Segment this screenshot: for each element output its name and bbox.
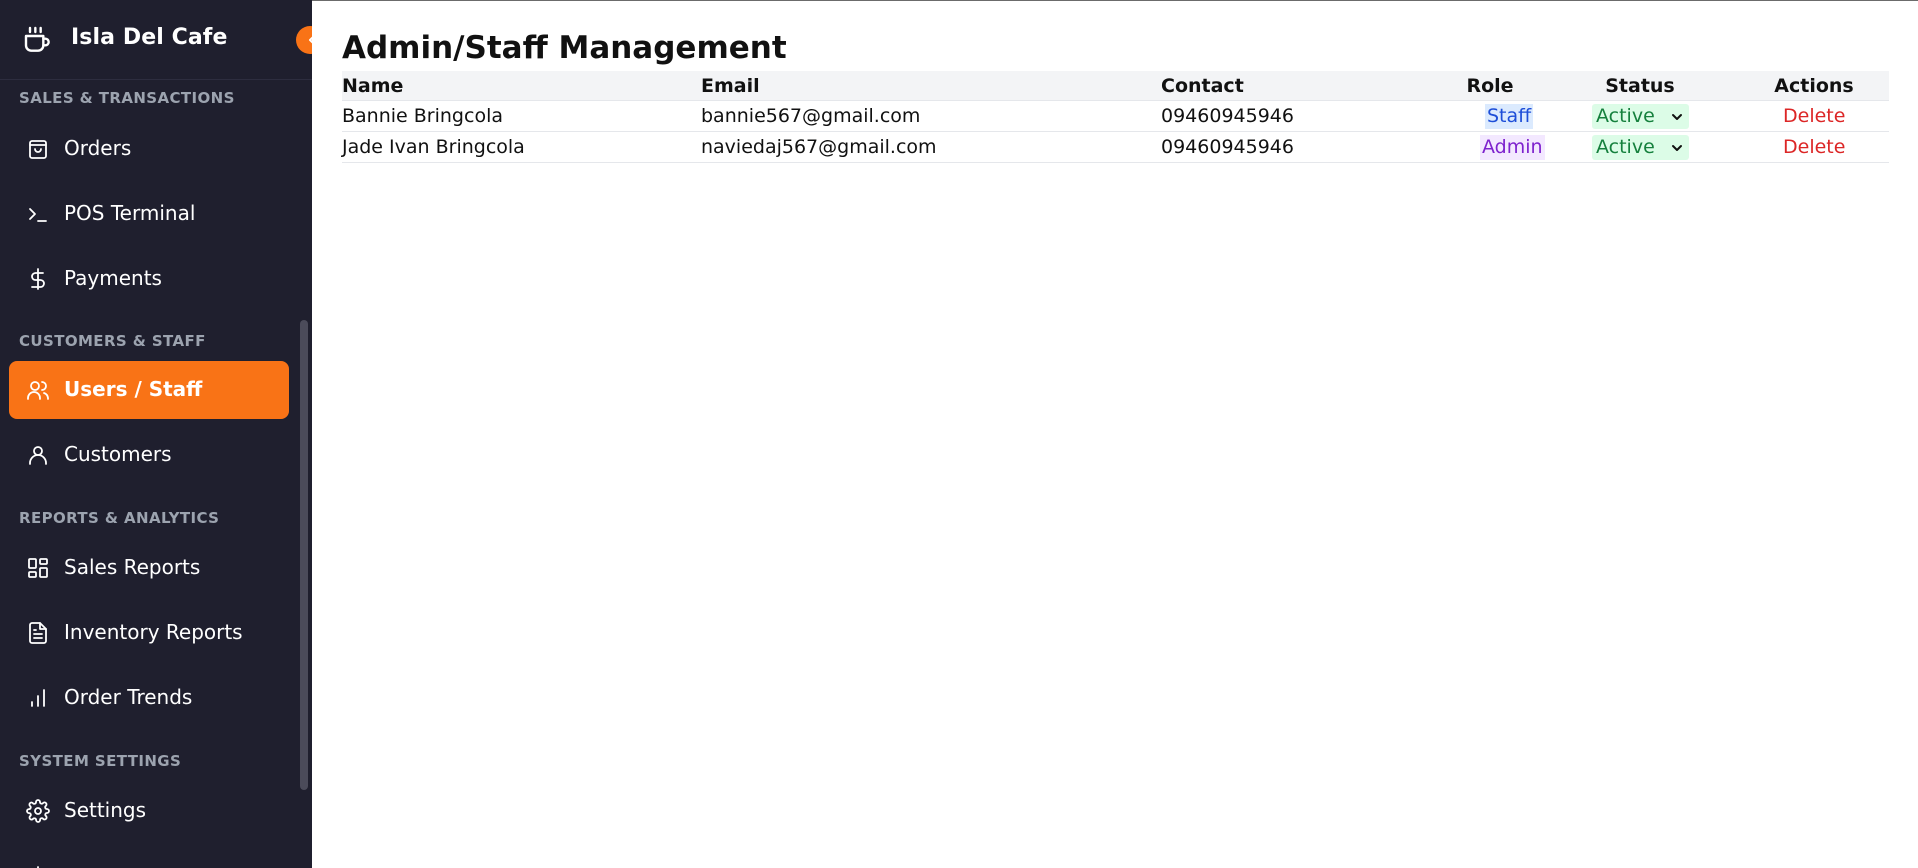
table-row: Jade Ivan Bringcola naviedaj567@gmail.co… bbox=[342, 132, 1889, 163]
terminal-icon bbox=[26, 202, 50, 226]
header-name: Name bbox=[342, 75, 404, 97]
cell-email: bannie567@gmail.com bbox=[701, 105, 921, 127]
status-select[interactable]: Active bbox=[1592, 104, 1689, 129]
gear-icon bbox=[26, 799, 50, 823]
sidebar-item-payments[interactable]: Payments bbox=[9, 250, 289, 308]
sidebar-item-users-staff[interactable]: Users / Staff bbox=[9, 361, 289, 419]
sidebar-item-label: POS Terminal bbox=[64, 201, 196, 225]
chevron-down-icon bbox=[1672, 145, 1682, 151]
status-select-value: Active bbox=[1596, 136, 1655, 158]
status-select-value: Active bbox=[1596, 105, 1655, 127]
section-sales-transactions: SALES & TRANSACTIONS bbox=[19, 89, 235, 107]
sidebar-item-order-trends[interactable]: Order Trends bbox=[9, 669, 289, 727]
table-header: Name Email Contact Role Status Actions bbox=[342, 71, 1889, 101]
delete-button[interactable]: Delete bbox=[1783, 105, 1845, 127]
status-select[interactable]: Active bbox=[1592, 135, 1689, 160]
sidebar-item-inventory-reports[interactable]: Inventory Reports bbox=[9, 604, 289, 662]
cell-contact: 09460945946 bbox=[1161, 136, 1294, 158]
sidebar-item-orders[interactable]: Orders bbox=[9, 120, 289, 178]
cell-contact: 09460945946 bbox=[1161, 105, 1294, 127]
header-email: Email bbox=[701, 75, 760, 97]
users-icon bbox=[26, 378, 50, 402]
delete-button[interactable]: Delete bbox=[1783, 136, 1845, 158]
chevron-down-icon bbox=[1672, 114, 1682, 120]
bar-chart-icon bbox=[26, 686, 50, 710]
role-badge: Admin bbox=[1480, 135, 1545, 160]
role-badge: Staff bbox=[1485, 104, 1534, 129]
header-actions: Actions bbox=[1774, 75, 1854, 97]
sidebar-item-label: Order Trends bbox=[64, 685, 193, 709]
header-role: Role bbox=[1466, 75, 1514, 97]
sidebar-item-label: Inventory Reports bbox=[64, 620, 243, 644]
shopping-bag-icon bbox=[26, 137, 50, 161]
cell-name: Bannie Bringcola bbox=[342, 105, 503, 127]
dollar-icon bbox=[26, 267, 50, 291]
cell-email: naviedaj567@gmail.com bbox=[701, 136, 937, 158]
sidebar-item-sales-reports[interactable]: Sales Reports bbox=[9, 539, 289, 597]
sidebar-item-label: Payments bbox=[64, 266, 162, 290]
staff-table: Name Email Contact Role Status Actions B… bbox=[342, 71, 1889, 163]
sidebar-item-label: Settings bbox=[64, 798, 147, 822]
dashboard-icon bbox=[26, 556, 50, 580]
sidebar-item-label: Users / Staff bbox=[64, 377, 203, 401]
document-icon bbox=[26, 621, 50, 645]
sidebar-item-partial[interactable] bbox=[9, 847, 289, 868]
section-customers-staff: CUSTOMERS & STAFF bbox=[19, 332, 206, 350]
section-system-settings: SYSTEM SETTINGS bbox=[19, 752, 182, 770]
page-title: Admin/Staff Management bbox=[342, 30, 787, 66]
sidebar-item-settings[interactable]: Settings bbox=[9, 782, 289, 840]
app-name: Isla Del Cafe bbox=[71, 25, 228, 50]
header-status: Status bbox=[1605, 75, 1675, 97]
sidebar-item-customers[interactable]: Customers bbox=[9, 426, 289, 484]
sidebar-scrollbar[interactable] bbox=[300, 320, 308, 790]
cell-name: Jade Ivan Bringcola bbox=[342, 136, 525, 158]
header-contact: Contact bbox=[1161, 75, 1244, 97]
sidebar-item-label: Orders bbox=[64, 136, 132, 160]
sidebar: Isla Del Cafe SALES & TRANSACTIONS Order… bbox=[0, 0, 312, 868]
coffee-cup-icon bbox=[22, 24, 54, 56]
section-reports-analytics: REPORTS & ANALYTICS bbox=[19, 509, 220, 527]
partial-icon bbox=[26, 864, 50, 868]
sidebar-item-pos-terminal[interactable]: POS Terminal bbox=[9, 185, 289, 243]
sidebar-item-label: Customers bbox=[64, 442, 172, 466]
brand-header: Isla Del Cafe bbox=[0, 0, 312, 80]
user-icon bbox=[26, 443, 50, 467]
main-content: Admin/Staff Management Name Email Contac… bbox=[312, 0, 1918, 868]
table-row: Bannie Bringcola bannie567@gmail.com 094… bbox=[342, 101, 1889, 132]
sidebar-item-label: Sales Reports bbox=[64, 555, 201, 579]
